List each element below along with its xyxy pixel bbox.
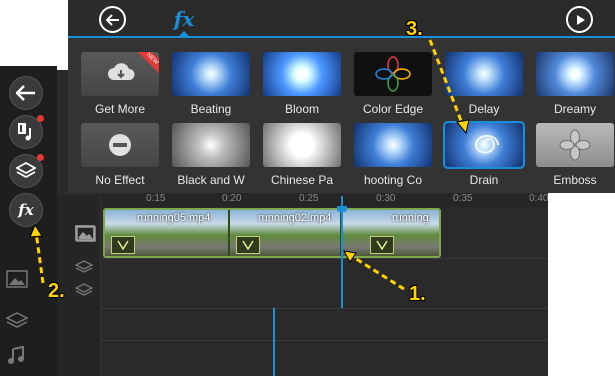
arrow-step-2 xyxy=(34,231,45,284)
arrowhead-3 xyxy=(456,119,470,135)
annotation-arrows xyxy=(29,39,470,291)
arrowhead-1 xyxy=(343,250,357,263)
annotation-step-2: 2. xyxy=(48,280,65,302)
arrow-step-3 xyxy=(428,39,465,127)
arrowhead-2 xyxy=(29,223,43,238)
annotation-step-1: 1. xyxy=(409,283,426,305)
annotation-step-3: 3. xyxy=(406,18,423,40)
arrow-step-1 xyxy=(349,253,405,291)
app-root: fx fx NEW Get More Beating Bloom Color E… xyxy=(0,0,615,376)
